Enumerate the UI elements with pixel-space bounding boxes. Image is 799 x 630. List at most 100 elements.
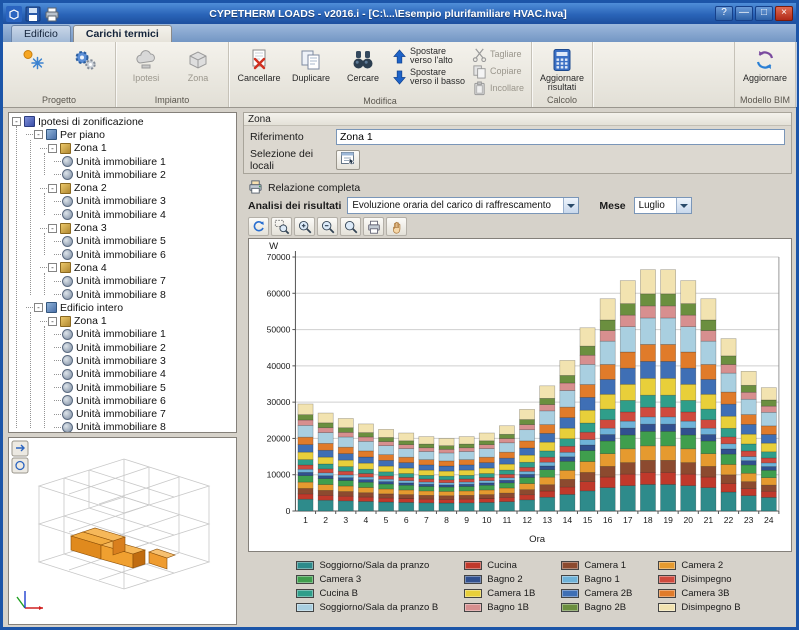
relazione-completa-option[interactable]: Relazione completa [248, 179, 360, 197]
zoom-window-button[interactable] [271, 217, 292, 236]
unit-icon [62, 209, 73, 221]
bar-segment [720, 403, 737, 417]
svg-text:6: 6 [404, 515, 409, 525]
cancellare-button[interactable]: Cancellare [234, 45, 284, 85]
tree-item[interactable]: Unità immobiliare 7 [54, 408, 236, 421]
bar-segment [680, 314, 697, 327]
calculator-icon [549, 47, 575, 73]
tree-item[interactable]: - Zona 1 [40, 314, 236, 327]
help-button[interactable]: ? [715, 6, 733, 21]
bar-segment [478, 482, 495, 486]
tree-item[interactable]: - Ipotesi di zonificazione [12, 115, 236, 128]
tree-item[interactable]: Unità immobiliare 7 [54, 275, 236, 288]
bar-segment [297, 444, 314, 453]
bar-segment [458, 486, 475, 492]
collapse-icon[interactable]: - [34, 303, 43, 313]
collapse-icon[interactable]: - [48, 223, 57, 233]
cercare-button[interactable]: Cercare [338, 45, 388, 85]
bar-segment [478, 467, 495, 474]
tree-item[interactable]: Unità immobiliare 2 [54, 168, 236, 181]
riferimento-input[interactable] [336, 129, 785, 145]
zona-button[interactable]: Zona [173, 45, 223, 85]
save-icon[interactable] [25, 6, 41, 22]
bar-segment [297, 459, 314, 466]
zoom-out-button[interactable] [317, 217, 338, 236]
zone-icon [60, 182, 71, 194]
tree-item[interactable]: Unità immobiliare 1 [54, 155, 236, 168]
tree-item[interactable]: Unità immobiliare 1 [54, 328, 236, 341]
bar-segment [619, 326, 636, 353]
bar-segment [398, 484, 415, 491]
project-options-button[interactable] [60, 45, 110, 75]
collapse-icon[interactable]: - [48, 183, 57, 193]
collapse-icon[interactable]: - [34, 130, 43, 140]
project-data-button[interactable] [8, 45, 58, 75]
bar-segment [398, 444, 415, 449]
tree-item[interactable]: Unità immobiliare 6 [54, 248, 236, 261]
bar-segment [579, 422, 596, 433]
pan-button[interactable] [386, 217, 407, 236]
close-button[interactable]: × [775, 6, 793, 21]
bar-segment [478, 444, 495, 449]
bar-segment [740, 450, 757, 457]
tree-item[interactable]: - Edificio intero [26, 301, 236, 314]
duplicare-button[interactable]: Duplicare [286, 45, 336, 85]
bim-update-button[interactable]: Aggiornare [740, 45, 790, 85]
bar-segment [297, 493, 314, 500]
bar-segment [398, 456, 415, 463]
tree-item[interactable]: - Zona 3 [40, 221, 236, 234]
bar-segment [680, 367, 697, 385]
bar-segment [700, 408, 717, 421]
tree-item[interactable]: Unità immobiliare 2 [54, 341, 236, 354]
paste-button[interactable]: Incollare [470, 81, 526, 96]
maximize-button[interactable]: □ [755, 6, 773, 21]
redraw-button[interactable] [248, 217, 269, 236]
tree-item[interactable]: - Zona 4 [40, 261, 236, 274]
tree-item[interactable]: Unità immobiliare 4 [54, 208, 236, 221]
bar-segment [640, 472, 656, 485]
report-icon [248, 179, 263, 197]
duplicate-icon [298, 47, 324, 73]
move-down-button[interactable]: Spostare verso il basso [390, 67, 468, 87]
bar-segment [599, 453, 616, 467]
collapse-icon[interactable]: - [48, 143, 57, 153]
selezione-locali-button[interactable] [336, 150, 360, 170]
mese-dropdown[interactable]: Luglio [633, 197, 692, 214]
bar-segment [297, 464, 314, 470]
tab-carichi-termici[interactable]: Carichi termici [72, 25, 172, 42]
tree-item[interactable]: - Zona 2 [40, 181, 236, 194]
tree-item[interactable]: Unità immobiliare 5 [54, 381, 236, 394]
move-up-button[interactable]: Spostare verso l'alto [390, 46, 468, 66]
bar-segment [378, 478, 394, 482]
copy-button[interactable]: Copiare [470, 64, 526, 79]
bar-segment [499, 463, 515, 471]
print-chart-button[interactable] [363, 217, 384, 236]
tree-item-label: Unità immobiliare 7 [76, 408, 166, 421]
bar-segment [539, 450, 556, 458]
update-results-button[interactable]: Aggiornare risultati [537, 45, 587, 95]
ipotesi-button[interactable]: Ipotesi [121, 45, 171, 85]
tree-item[interactable]: Unità immobiliare 6 [54, 394, 236, 407]
collapse-icon[interactable]: - [12, 117, 21, 127]
bar-segment [499, 438, 515, 444]
print-titlebar-icon[interactable] [44, 6, 60, 22]
tree-item[interactable]: - Zona 1 [40, 142, 236, 155]
zoom-in-button[interactable] [294, 217, 315, 236]
tree-item[interactable]: Unità immobiliare 4 [54, 368, 236, 381]
bar-segment [337, 432, 354, 438]
zoom-original-button[interactable] [340, 217, 361, 236]
cut-button[interactable]: Tagliare [470, 47, 526, 62]
minimize-button[interactable]: — [735, 6, 753, 21]
tab-edificio[interactable]: Edificio [11, 25, 71, 42]
tree-item[interactable]: Unità immobiliare 5 [54, 235, 236, 248]
tree-item[interactable]: Unità immobiliare 3 [54, 354, 236, 367]
model-3d-view[interactable] [8, 437, 237, 625]
tree-item[interactable]: Unità immobiliare 8 [54, 421, 236, 432]
tree-item[interactable]: Unità immobiliare 8 [54, 288, 236, 301]
analisi-dropdown[interactable]: Evoluzione oraria del carico di raffresc… [347, 197, 580, 214]
svg-text:17: 17 [623, 515, 633, 525]
tree-item[interactable]: Unità immobiliare 3 [54, 195, 236, 208]
collapse-icon[interactable]: - [48, 316, 57, 326]
collapse-icon[interactable]: - [48, 263, 57, 273]
tree-item[interactable]: - Per piano [26, 128, 236, 141]
